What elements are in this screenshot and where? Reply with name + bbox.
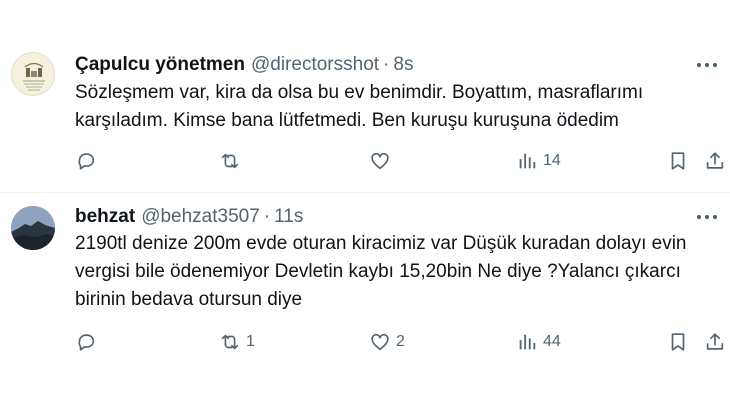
retweet-icon — [221, 153, 239, 169]
separator-dot: · — [263, 206, 271, 227]
views-count: 44 — [543, 333, 561, 350]
reply-icon — [78, 153, 95, 170]
reply-button[interactable] — [75, 328, 102, 356]
tweet-actions: 14 — [75, 147, 725, 175]
timestamp[interactable]: 11s — [274, 206, 303, 228]
avatar-landscape-icon — [11, 206, 55, 250]
retweet-button[interactable]: 1 — [219, 328, 255, 356]
retweet-icon — [221, 334, 239, 350]
like-count: 2 — [396, 333, 405, 350]
share-button[interactable] — [704, 147, 726, 175]
bookmark-icon — [671, 333, 685, 351]
tweet-actions: 1 2 44 — [75, 328, 725, 356]
timestamp[interactable]: 8s — [393, 54, 413, 76]
views-count: 14 — [543, 152, 561, 169]
retweet-count: 1 — [246, 333, 255, 350]
display-name[interactable]: behzat — [75, 206, 135, 228]
tweet-card[interactable]: Çapulcu yönetmen @directorsshot · 8s Söz… — [0, 0, 730, 193]
avatar[interactable] — [11, 52, 55, 96]
share-icon — [706, 152, 724, 169]
more-options-button[interactable] — [694, 55, 720, 75]
tweet-text: Sözleşmem var, kira da olsa bu ev benimd… — [75, 82, 644, 131]
heart-icon — [371, 333, 389, 351]
separator-dot: · — [383, 54, 390, 75]
avatar-logo-icon — [12, 53, 54, 95]
bookmark-button[interactable] — [667, 328, 689, 356]
tweet-text: 2190tl denize 200m evde oturan kiracimiz… — [75, 233, 687, 310]
retweet-button[interactable] — [219, 147, 246, 175]
bookmark-icon — [671, 152, 685, 170]
reply-icon — [78, 334, 95, 351]
more-options-button[interactable] — [694, 207, 720, 227]
like-button[interactable] — [369, 147, 396, 175]
views-button[interactable]: 44 — [516, 328, 561, 356]
reply-button[interactable] — [75, 147, 102, 175]
display-name[interactable]: Çapulcu yönetmen — [75, 54, 245, 76]
user-handle[interactable]: @behzat3507 — [141, 206, 260, 228]
avatar[interactable] — [11, 206, 55, 250]
views-chart-icon — [519, 334, 536, 350]
user-handle[interactable]: @directorsshot — [251, 54, 379, 76]
views-button[interactable]: 14 — [516, 147, 561, 175]
views-chart-icon — [519, 153, 536, 169]
share-button[interactable] — [704, 328, 726, 356]
share-icon — [706, 333, 724, 350]
bookmark-button[interactable] — [667, 147, 689, 175]
heart-icon — [371, 152, 389, 170]
like-button[interactable]: 2 — [369, 328, 405, 356]
tweet-header: behzat @behzat3507 · 11s — [75, 206, 303, 230]
more-horizontal-icon — [696, 214, 718, 220]
more-horizontal-icon — [696, 62, 718, 68]
tweet-header: Çapulcu yönetmen @directorsshot · 8s — [75, 54, 413, 78]
tweet-card[interactable]: behzat @behzat3507 · 11s 2190tl denize 2… — [0, 193, 730, 420]
